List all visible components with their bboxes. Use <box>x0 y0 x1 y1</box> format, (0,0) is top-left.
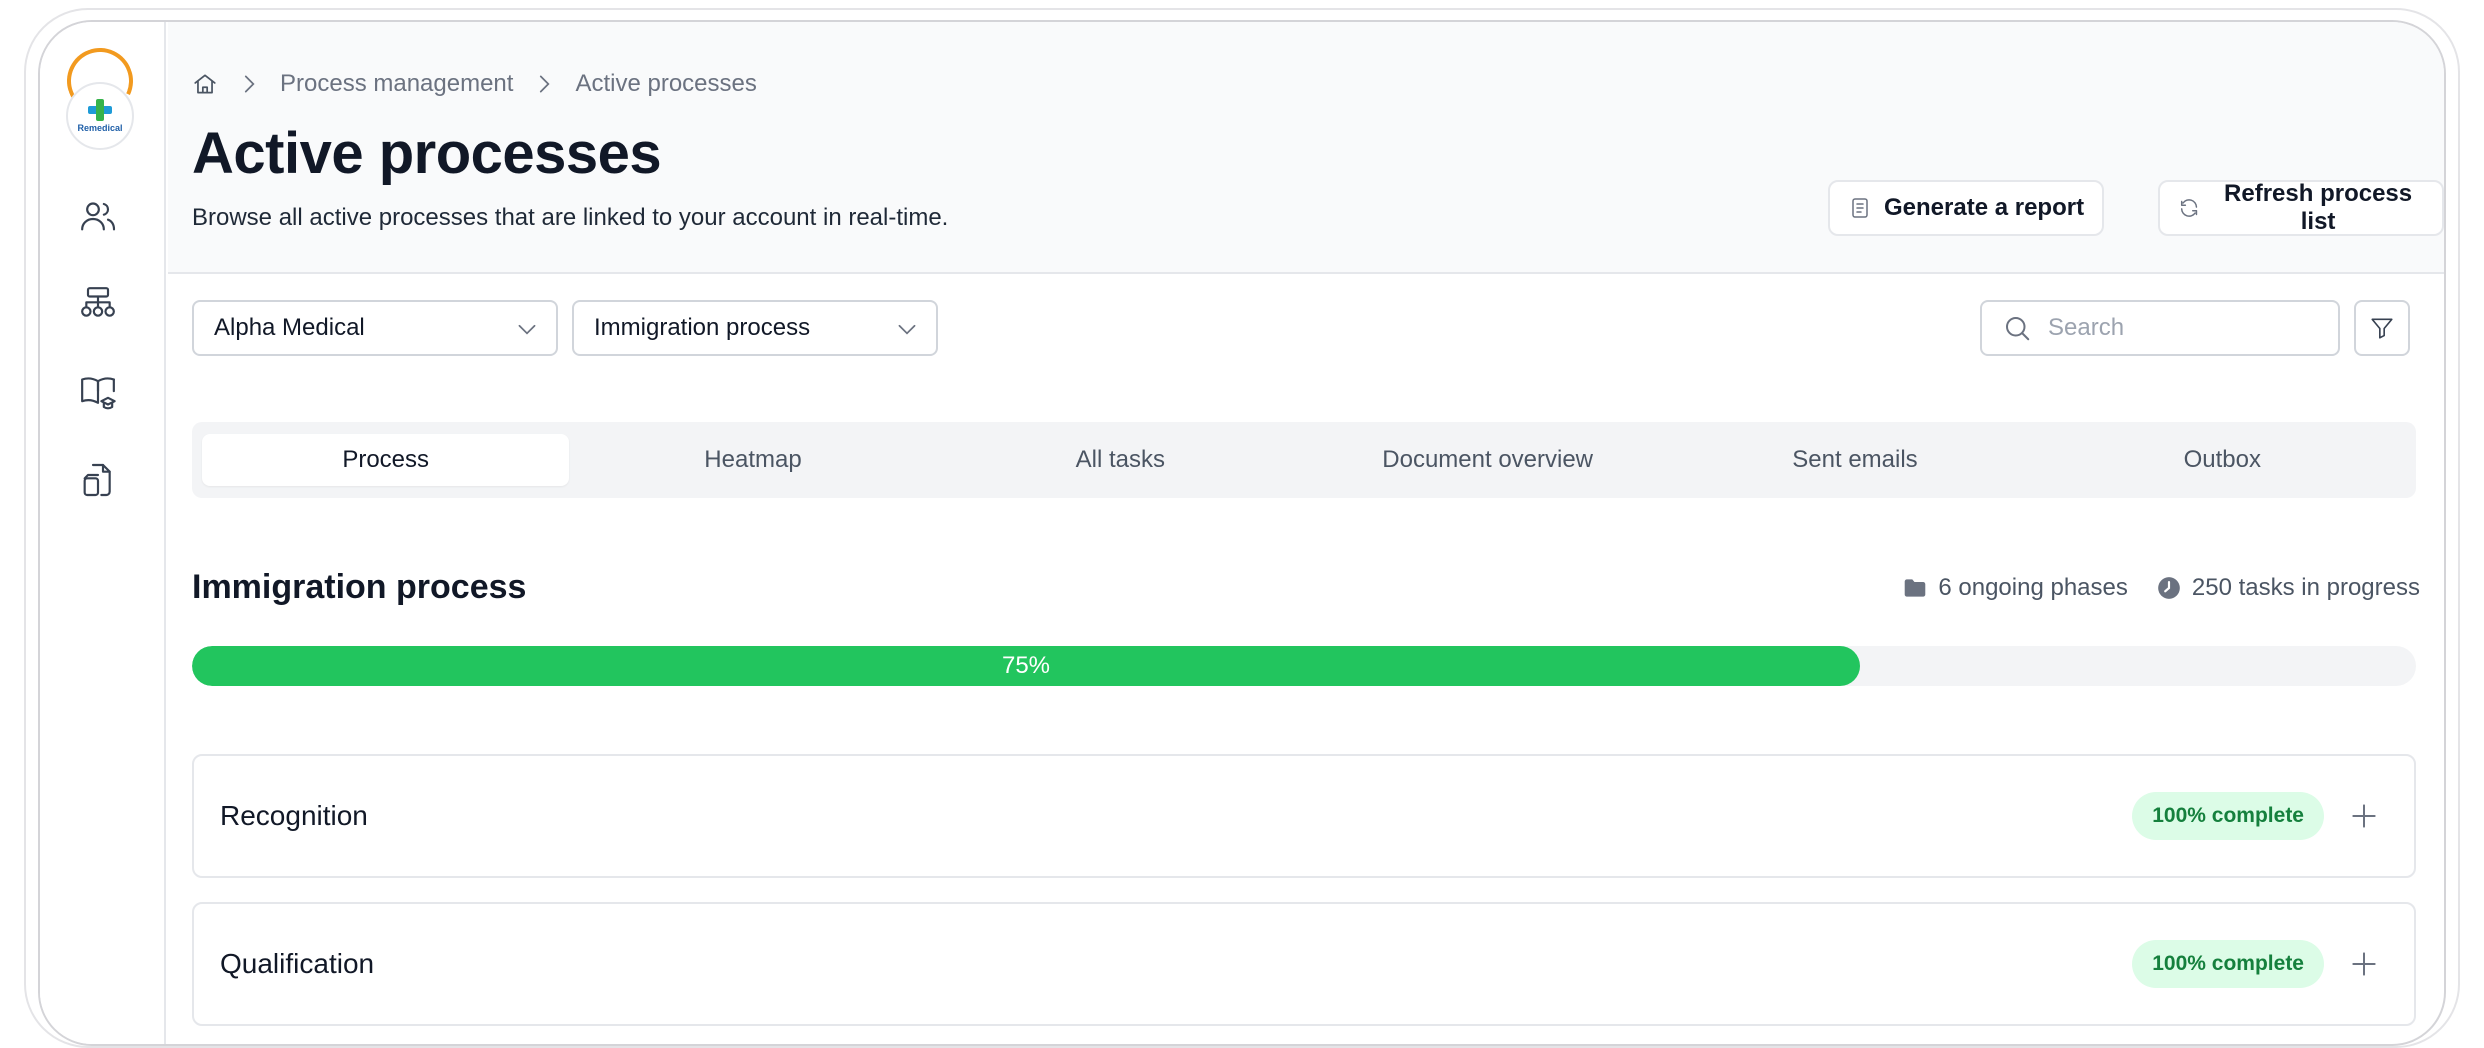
main-content: Process management Active processes Acti… <box>168 22 2444 1044</box>
chevron-right-icon <box>540 75 551 93</box>
generate-report-label: Generate a report <box>1884 194 2085 221</box>
search-input[interactable] <box>2048 314 2318 342</box>
sidebar-item-documents[interactable] <box>76 458 120 502</box>
device-frame: Remedical Process management Active proc… <box>24 8 2460 1048</box>
filter-icon <box>2371 318 2393 339</box>
chevron-down-icon <box>898 324 916 335</box>
tasks-in-progress-text: 250 tasks in progress <box>2191 574 2420 601</box>
breadcrumb: Process management Active processes <box>192 66 757 102</box>
book-icon <box>81 377 116 410</box>
process-select-value: Immigration process <box>594 314 811 341</box>
process-title: Immigration process <box>192 568 527 606</box>
tab-all-tasks[interactable]: All tasks <box>937 434 1304 486</box>
tab-sent-emails[interactable]: Sent emails <box>1671 434 2038 486</box>
page-header: Process management Active processes Acti… <box>168 22 2444 274</box>
process-meta: 6 ongoing phases 250 tasks in progress <box>1902 574 2420 602</box>
company-select[interactable]: Alpha Medical <box>192 300 558 356</box>
phase-card-recognition[interactable]: Recognition 100% complete <box>192 754 2416 878</box>
medical-cross-icon <box>88 99 112 121</box>
sidebar: Remedical <box>40 22 166 1044</box>
search-box <box>1980 300 2340 356</box>
ongoing-phases: 6 ongoing phases <box>1902 574 2128 602</box>
breadcrumb-active-processes[interactable]: Active processes <box>575 70 756 98</box>
process-progress-bar: 75% <box>192 646 2416 686</box>
sidebar-item-users[interactable] <box>76 194 120 238</box>
tab-document-overview[interactable]: Document overview <box>1304 434 1671 486</box>
process-select[interactable]: Immigration process <box>572 300 938 356</box>
tab-outbox[interactable]: Outbox <box>2039 434 2406 486</box>
clock-icon <box>2158 577 2180 599</box>
refresh-label: Refresh process list <box>2224 180 2413 235</box>
search-icon <box>2006 317 2030 341</box>
progress-label: 75% <box>1001 652 1051 679</box>
chevron-right-icon <box>244 75 255 93</box>
users-icon <box>81 202 116 231</box>
ongoing-phases-text: 6 ongoing phases <box>1938 574 2128 601</box>
tab-heatmap[interactable]: Heatmap <box>569 434 936 486</box>
sidebar-item-processes[interactable] <box>76 282 120 326</box>
phase-card-qualification[interactable]: Qualification 100% complete <box>192 902 2416 1026</box>
documents-icon <box>83 463 111 497</box>
tab-bar: Process Heatmap All tasks Document overv… <box>192 422 2416 498</box>
phase-name: Qualification <box>220 948 375 979</box>
generate-report-button[interactable]: Generate a report <box>1828 180 2105 236</box>
logo-disc: Remedical <box>66 82 134 150</box>
sitemap-icon <box>81 287 115 317</box>
company-select-value: Alpha Medical <box>214 314 365 341</box>
phase-name: Recognition <box>220 800 368 831</box>
status-badge: 100% complete <box>2132 940 2324 988</box>
sidebar-item-knowledge[interactable] <box>76 370 120 414</box>
refresh-icon <box>2180 199 2198 217</box>
folder-icon <box>1905 579 1926 597</box>
progress-fill: 75% <box>192 646 1860 686</box>
tasks-in-progress: 250 tasks in progress <box>2156 574 2420 602</box>
plus-icon[interactable] <box>2348 800 2380 832</box>
tab-process[interactable]: Process <box>202 434 570 486</box>
report-icon <box>1852 198 1868 218</box>
status-badge: 100% complete <box>2132 792 2324 840</box>
home-icon[interactable] <box>192 71 218 97</box>
refresh-process-list-button[interactable]: Refresh process list <box>2158 180 2444 236</box>
page-title: Active processes <box>192 121 662 186</box>
plus-icon[interactable] <box>2348 948 2380 980</box>
chevron-down-icon <box>518 324 536 335</box>
breadcrumb-process-management[interactable]: Process management <box>280 70 513 98</box>
app-window: Remedical Process management Active proc… <box>38 20 2446 1046</box>
page-subtitle: Browse all active processes that are lin… <box>192 204 949 231</box>
filter-button[interactable] <box>2354 300 2410 356</box>
logo-brand-text: Remedical <box>77 123 123 133</box>
company-logo[interactable]: Remedical <box>57 38 143 156</box>
